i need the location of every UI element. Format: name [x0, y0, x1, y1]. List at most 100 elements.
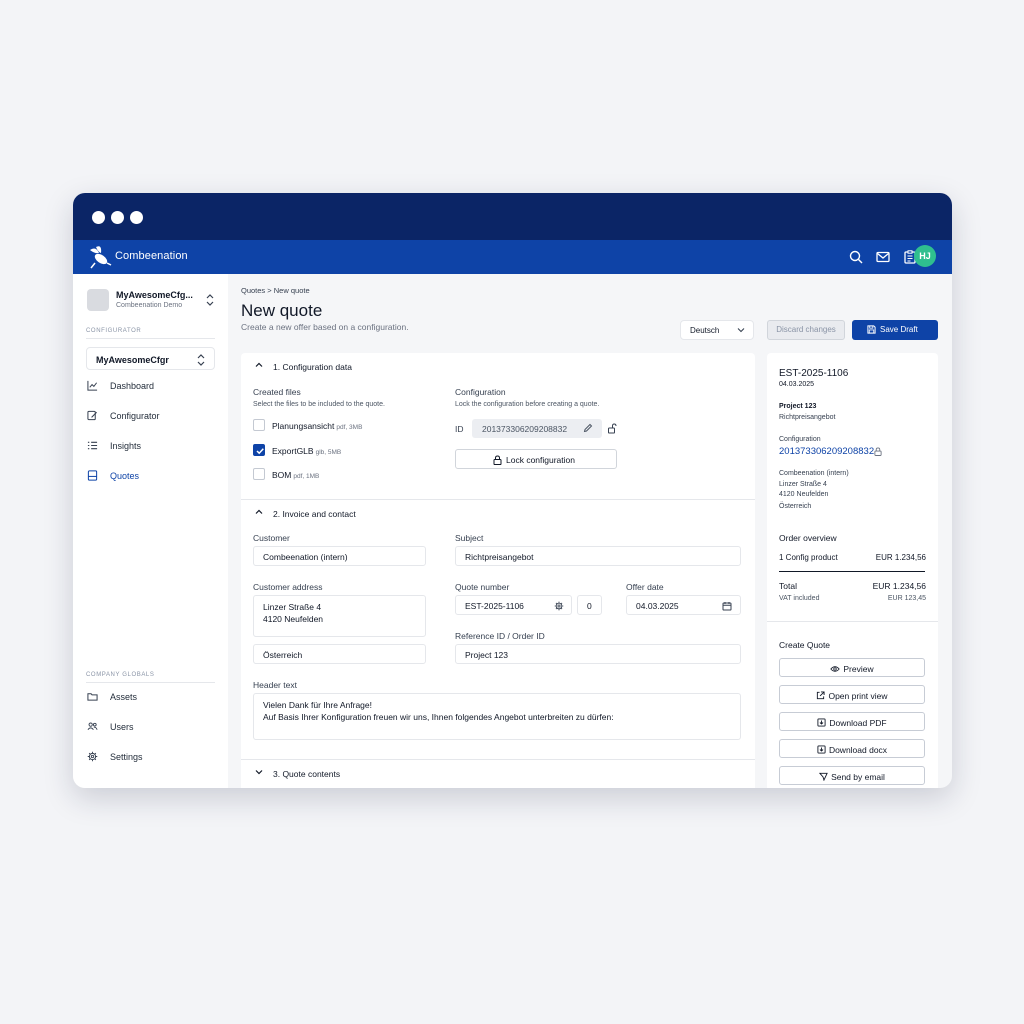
eye-icon [830, 666, 841, 672]
quote-counter-input[interactable]: 0 [577, 595, 602, 615]
sidebar-item-insights[interactable]: Insights [87, 437, 215, 455]
summary-city: 4120 Neufelden [779, 491, 829, 498]
total-label: Total [779, 581, 797, 591]
page-subtitle: Create a new offer based on a configurat… [241, 322, 409, 332]
customer-input[interactable]: Combeenation (intern) [253, 546, 426, 566]
configurator-select[interactable]: MyAwesomeCfgr [86, 347, 215, 370]
divider [767, 621, 938, 622]
users-icon [87, 722, 98, 730]
open-print-view-button[interactable]: Open print view [779, 685, 925, 704]
edit-icon [87, 410, 98, 421]
summary-country: Österreich [779, 503, 812, 510]
quote-number-input[interactable]: EST-2025-1106 [455, 595, 572, 615]
breadcrumb-current: New quote [273, 286, 310, 295]
app-header: Combeenation HJ [73, 240, 952, 274]
file-bom: BOM pdf, 1MB [272, 470, 319, 480]
folder-icon [87, 693, 98, 701]
window-dot-minimize[interactable] [111, 211, 124, 224]
order-overview-label: Order overview [779, 533, 837, 543]
preview-button[interactable]: Preview [779, 658, 925, 677]
address-line: Linzer Straße 4 [263, 602, 322, 612]
save-draft-button[interactable]: Save Draft [852, 320, 938, 340]
sidebar-item-assets[interactable]: Assets [87, 688, 215, 706]
section-title: 3. Quote contents [273, 769, 341, 779]
quote-number-value: EST-2025-1106 [465, 601, 524, 611]
checkbox-exportglb[interactable] [253, 444, 265, 456]
customer-address-label: Customer address [253, 582, 323, 592]
workspace-name: MyAwesomeCfg... [116, 290, 193, 300]
country-value: Österreich [263, 650, 303, 660]
file-meta: pdf, 3MB [336, 424, 363, 431]
header-text-label: Header text [253, 680, 297, 690]
country-input[interactable]: Österreich [253, 644, 426, 664]
lock-configuration-button[interactable]: Lock configuration [455, 449, 617, 469]
sidebar-item-label: Insights [110, 441, 142, 451]
sidebar-item-settings[interactable]: Settings [87, 748, 215, 766]
created-files-hint: Select the files to be included to the q… [253, 401, 385, 408]
sidebar-item-dashboard[interactable]: Dashboard [87, 377, 215, 395]
discard-changes-button[interactable]: Discard changes [767, 320, 845, 340]
chevron-down-icon [255, 770, 263, 775]
create-quote-title: Create Quote [779, 640, 831, 650]
section-quote-contents-header[interactable]: 3. Quote contents [241, 760, 755, 786]
breadcrumb-parent[interactable]: Quotes [241, 286, 265, 295]
sidebar-item-configurator[interactable]: Configurator [87, 407, 215, 425]
header-text-line: Vielen Dank für Ihre Anfrage! [263, 700, 372, 710]
summary-configuration-label: Configuration [779, 436, 821, 443]
main-content: Quotes > New quote New quote Create a ne… [228, 274, 952, 788]
app-window: Combeenation HJ MyAwesomeCfg... Combeena… [73, 193, 952, 788]
file-meta: pdf, 1MB [293, 473, 320, 480]
checkbox-bom[interactable] [253, 468, 265, 480]
section-configuration-header[interactable]: 1. Configuration data [241, 353, 755, 379]
offer-date-input[interactable]: 04.03.2025 [626, 595, 741, 615]
subject-input[interactable]: Richtpreisangebot [455, 546, 741, 566]
search-icon[interactable] [848, 249, 864, 265]
section-title: 1. Configuration data [273, 362, 352, 372]
window-dot-maximize[interactable] [130, 211, 143, 224]
pencil-icon[interactable] [583, 423, 593, 433]
file-name: Planungsansicht [272, 421, 335, 431]
send-by-email-button[interactable]: Send by email [779, 766, 925, 785]
language-select[interactable]: Deutsch [680, 320, 754, 340]
workspace-switcher[interactable]: MyAwesomeCfg... Combeenation Demo [87, 288, 215, 312]
chevron-up-icon [255, 509, 263, 514]
reference-id-input[interactable]: Project 123 [455, 644, 741, 664]
quote-counter-value: 0 [587, 601, 592, 611]
checkbox-planungsansicht[interactable] [253, 419, 265, 431]
sidebar-item-label: Dashboard [110, 381, 155, 391]
docx-label: Download docx [828, 745, 888, 755]
section-invoice-header[interactable]: 2. Invoice and contact [241, 500, 755, 526]
gear-icon[interactable] [554, 601, 564, 611]
sidebar-item-quotes[interactable]: Quotes [87, 467, 215, 485]
reference-id-value: Project 123 [465, 650, 508, 660]
check-icon [256, 448, 264, 455]
sidebar: MyAwesomeCfg... Combeenation Demo CONFIG… [73, 274, 228, 788]
calendar-icon[interactable] [722, 601, 732, 611]
customer-address-input[interactable]: Linzer Straße 4 4120 Neufelden [253, 595, 426, 637]
save-draft-label: Save Draft [880, 325, 918, 334]
app-name: Combeenation [115, 250, 188, 262]
bee-logo-icon[interactable] [87, 244, 113, 270]
summary-date: 04.03.2025 [779, 381, 815, 388]
section-title: 2. Invoice and contact [273, 509, 356, 519]
reference-id-label: Reference ID / Order ID [455, 631, 545, 641]
download-icon [817, 718, 826, 727]
summary-subject: Richtpreisangebot [779, 414, 836, 421]
header-text-input[interactable]: Vielen Dank für Ihre Anfrage! Auf Basis … [253, 693, 741, 740]
quote-summary-panel: EST-2025-1106 04.03.2025 Project 123 Ric… [767, 353, 938, 788]
user-avatar[interactable]: HJ [914, 245, 936, 267]
sidebar-item-users[interactable]: Users [87, 718, 215, 736]
download-pdf-button[interactable]: Download PDF [779, 712, 925, 731]
summary-configuration-link[interactable]: 201373306209208832 [779, 446, 874, 457]
window-titlebar [73, 193, 952, 240]
window-dot-close[interactable] [92, 211, 105, 224]
lock-icon [493, 455, 502, 465]
summary-project: Project 123 [779, 403, 817, 410]
configuration-id-field[interactable]: 201373306209208832 [472, 419, 602, 438]
download-docx-button[interactable]: Download docx [779, 739, 925, 758]
breadcrumb-separator: > [267, 286, 272, 295]
mail-icon[interactable] [875, 249, 891, 265]
file-exportglb: ExportGLB glb, 5MB [272, 446, 341, 456]
vat-label: VAT included [779, 595, 820, 602]
unlock-icon[interactable] [607, 423, 617, 434]
